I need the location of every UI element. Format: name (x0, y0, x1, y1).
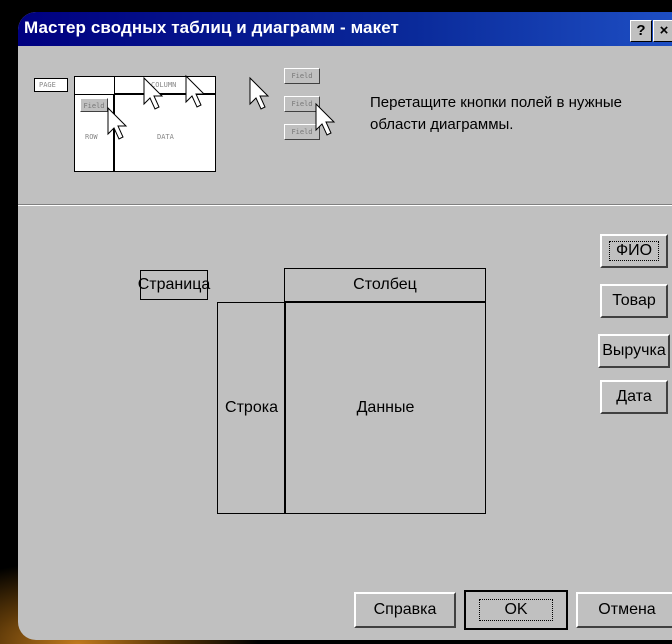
row-drop-area[interactable]: Строка (217, 302, 285, 514)
cancel-button[interactable]: Отмена (576, 592, 672, 628)
field-button-vyruchka[interactable]: Выручка (598, 334, 670, 368)
page-area-label: Страница (137, 276, 211, 293)
ok-button-label: OK (479, 599, 553, 621)
field-label-vyruchka: Выручка (602, 342, 666, 359)
page-drop-area[interactable]: Страница (137, 270, 211, 300)
pivot-wizard-dialog: Мастер сводных таблиц и диаграмм - макет… (18, 12, 672, 640)
data-drop-area[interactable]: Данные (284, 302, 486, 514)
field-button-fio[interactable]: ФИО (600, 234, 668, 268)
help-button-label: Справка (373, 601, 437, 618)
field-label-data: Дата (616, 388, 652, 405)
field-label-tovar: Товар (612, 292, 656, 309)
preview-cursors (107, 74, 336, 140)
column-area-label: Столбец (353, 276, 417, 293)
close-icon[interactable]: × (653, 20, 672, 42)
instructions-text: Перетащите кнопки полей в нужные области… (370, 94, 623, 133)
row-area-label: Строка (225, 399, 278, 416)
help-button[interactable]: Справка (354, 592, 456, 628)
cursor-arrow-icon (107, 74, 336, 140)
help-icon[interactable]: ? (630, 20, 652, 42)
field-button-tovar[interactable]: Товар (600, 284, 668, 318)
separator-line (18, 204, 672, 206)
ok-button[interactable]: OK (464, 590, 568, 630)
data-area-label: Данные (356, 399, 415, 416)
cancel-button-label: Отмена (598, 601, 656, 618)
field-button-data[interactable]: Дата (600, 380, 668, 414)
field-label-fio: ФИО (608, 241, 660, 261)
column-drop-area[interactable]: Столбец (284, 268, 486, 302)
